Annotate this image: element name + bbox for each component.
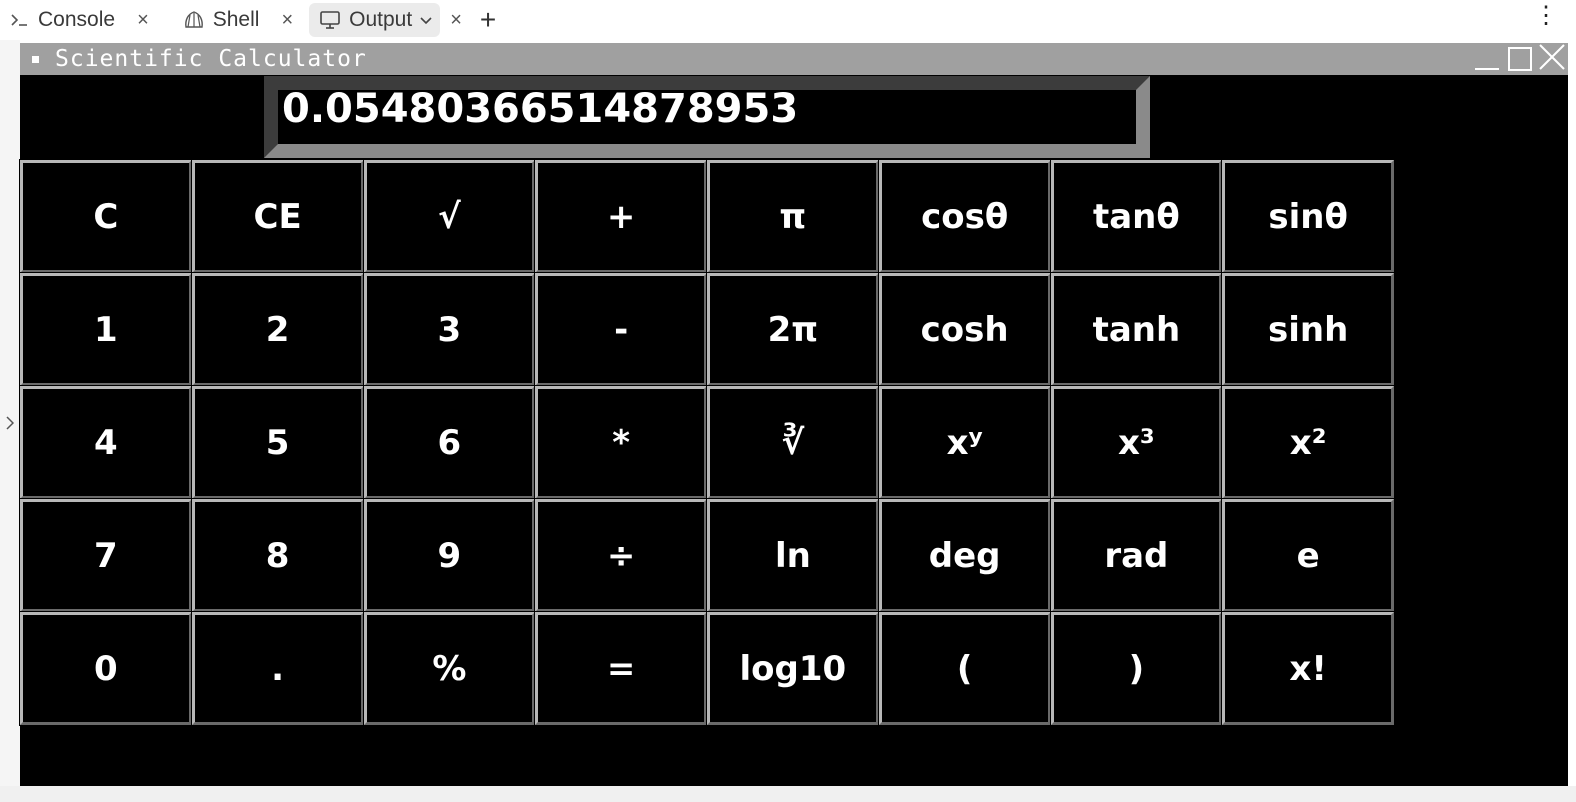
key-button[interactable]: 2π: [706, 272, 880, 387]
keypad-row: 0.% = log10() x!: [19, 611, 1395, 726]
key-button[interactable]: 7: [19, 498, 193, 613]
key-button[interactable]: sinh: [1221, 272, 1395, 387]
key-button[interactable]: xʸ: [877, 385, 1052, 500]
key-button[interactable]: 0: [19, 611, 193, 726]
key-button[interactable]: 3: [362, 272, 537, 387]
calculator-display: 0.05480366514878953: [264, 76, 1150, 158]
terminal-icon: [10, 12, 30, 28]
calculator-window: Scientific Calculator 0.0548036651487895…: [19, 43, 1568, 786]
key-button[interactable]: x³: [1049, 385, 1224, 500]
keypad-row: 7 8 9 ÷ ln deg rad e: [19, 498, 1395, 613]
minimize-icon[interactable]: [1475, 68, 1499, 70]
key-button[interactable]: rad: [1049, 498, 1224, 613]
key-button[interactable]: ∛: [706, 385, 880, 500]
key-button[interactable]: 1: [19, 272, 193, 387]
key-button[interactable]: e: [1221, 498, 1395, 613]
tab-label: Output: [349, 8, 413, 31]
keypad-row: C CE √ + π cosθ tanθ sinθ: [19, 159, 1395, 274]
add-tab-button[interactable]: +: [480, 4, 496, 36]
key-button[interactable]: √: [362, 159, 537, 274]
status-strip: [0, 786, 1576, 802]
key-button[interactable]: 4: [19, 385, 193, 500]
key-button[interactable]: tanh: [1049, 272, 1224, 387]
maximize-icon[interactable]: [1508, 47, 1532, 71]
key-button[interactable]: x²: [1221, 385, 1395, 500]
close-icon[interactable]: ×: [450, 9, 462, 32]
key-button[interactable]: cosθ: [877, 159, 1052, 274]
key-button[interactable]: log10: [706, 611, 880, 726]
side-gutter: [0, 40, 20, 786]
key-button[interactable]: (: [877, 611, 1052, 726]
tab-bar: Console × Shell × Output × +: [0, 0, 1576, 40]
keypad: C CE √ + π cosθ tanθ sinθ 1 2 3-2π cosh tanh sinh 4 5 6 *…: [19, 159, 1395, 726]
display-value: 0.05480366514878953: [282, 86, 799, 132]
key-button[interactable]: π: [706, 159, 880, 274]
key-button[interactable]: *: [534, 385, 708, 500]
key-button[interactable]: sinθ: [1221, 159, 1395, 274]
key-button[interactable]: CE: [190, 159, 365, 274]
window-title: Scientific Calculator: [55, 46, 367, 72]
title-bar[interactable]: Scientific Calculator: [20, 43, 1568, 75]
close-icon[interactable]: ×: [137, 9, 149, 32]
tab-label: Console: [38, 8, 116, 31]
tab-shell[interactable]: Shell ×: [173, 3, 303, 37]
key-button[interactable]: ÷: [534, 498, 708, 613]
monitor-icon: [319, 10, 341, 30]
key-button[interactable]: 2: [190, 272, 365, 387]
more-options-icon[interactable]: ⋮: [1534, 4, 1558, 28]
keypad-row: 4 5 6 * ∛ xʸ x³ x²: [19, 385, 1395, 500]
chevron-right-icon[interactable]: [6, 414, 15, 435]
key-button[interactable]: .: [190, 611, 365, 726]
key-button[interactable]: ln: [706, 498, 880, 613]
key-button[interactable]: 8: [190, 498, 365, 613]
key-button[interactable]: +: [534, 159, 708, 274]
tab-label: Shell: [212, 8, 260, 31]
key-button[interactable]: %: [362, 611, 537, 726]
key-button[interactable]: x!: [1221, 611, 1395, 726]
key-button[interactable]: cosh: [877, 272, 1052, 387]
key-button[interactable]: =: [534, 611, 708, 726]
close-icon[interactable]: ×: [281, 9, 293, 32]
key-button[interactable]: C: [19, 159, 193, 274]
key-button[interactable]: 6: [362, 385, 537, 500]
window-menu-icon[interactable]: [32, 56, 39, 63]
key-button[interactable]: 9: [362, 498, 537, 613]
keypad-row: 1 2 3-2π cosh tanh sinh: [19, 272, 1395, 387]
tab-console[interactable]: Console ×: [0, 3, 159, 37]
key-button[interactable]: 5: [190, 385, 365, 500]
shell-icon: [183, 10, 205, 30]
key-button[interactable]: ): [1049, 611, 1224, 726]
key-button[interactable]: deg: [877, 498, 1052, 613]
tab-output[interactable]: Output: [309, 3, 441, 37]
key-button[interactable]: -: [534, 272, 708, 387]
key-button[interactable]: tanθ: [1049, 159, 1224, 274]
chevron-down-icon[interactable]: [420, 12, 432, 28]
close-window-icon[interactable]: [1537, 43, 1567, 77]
